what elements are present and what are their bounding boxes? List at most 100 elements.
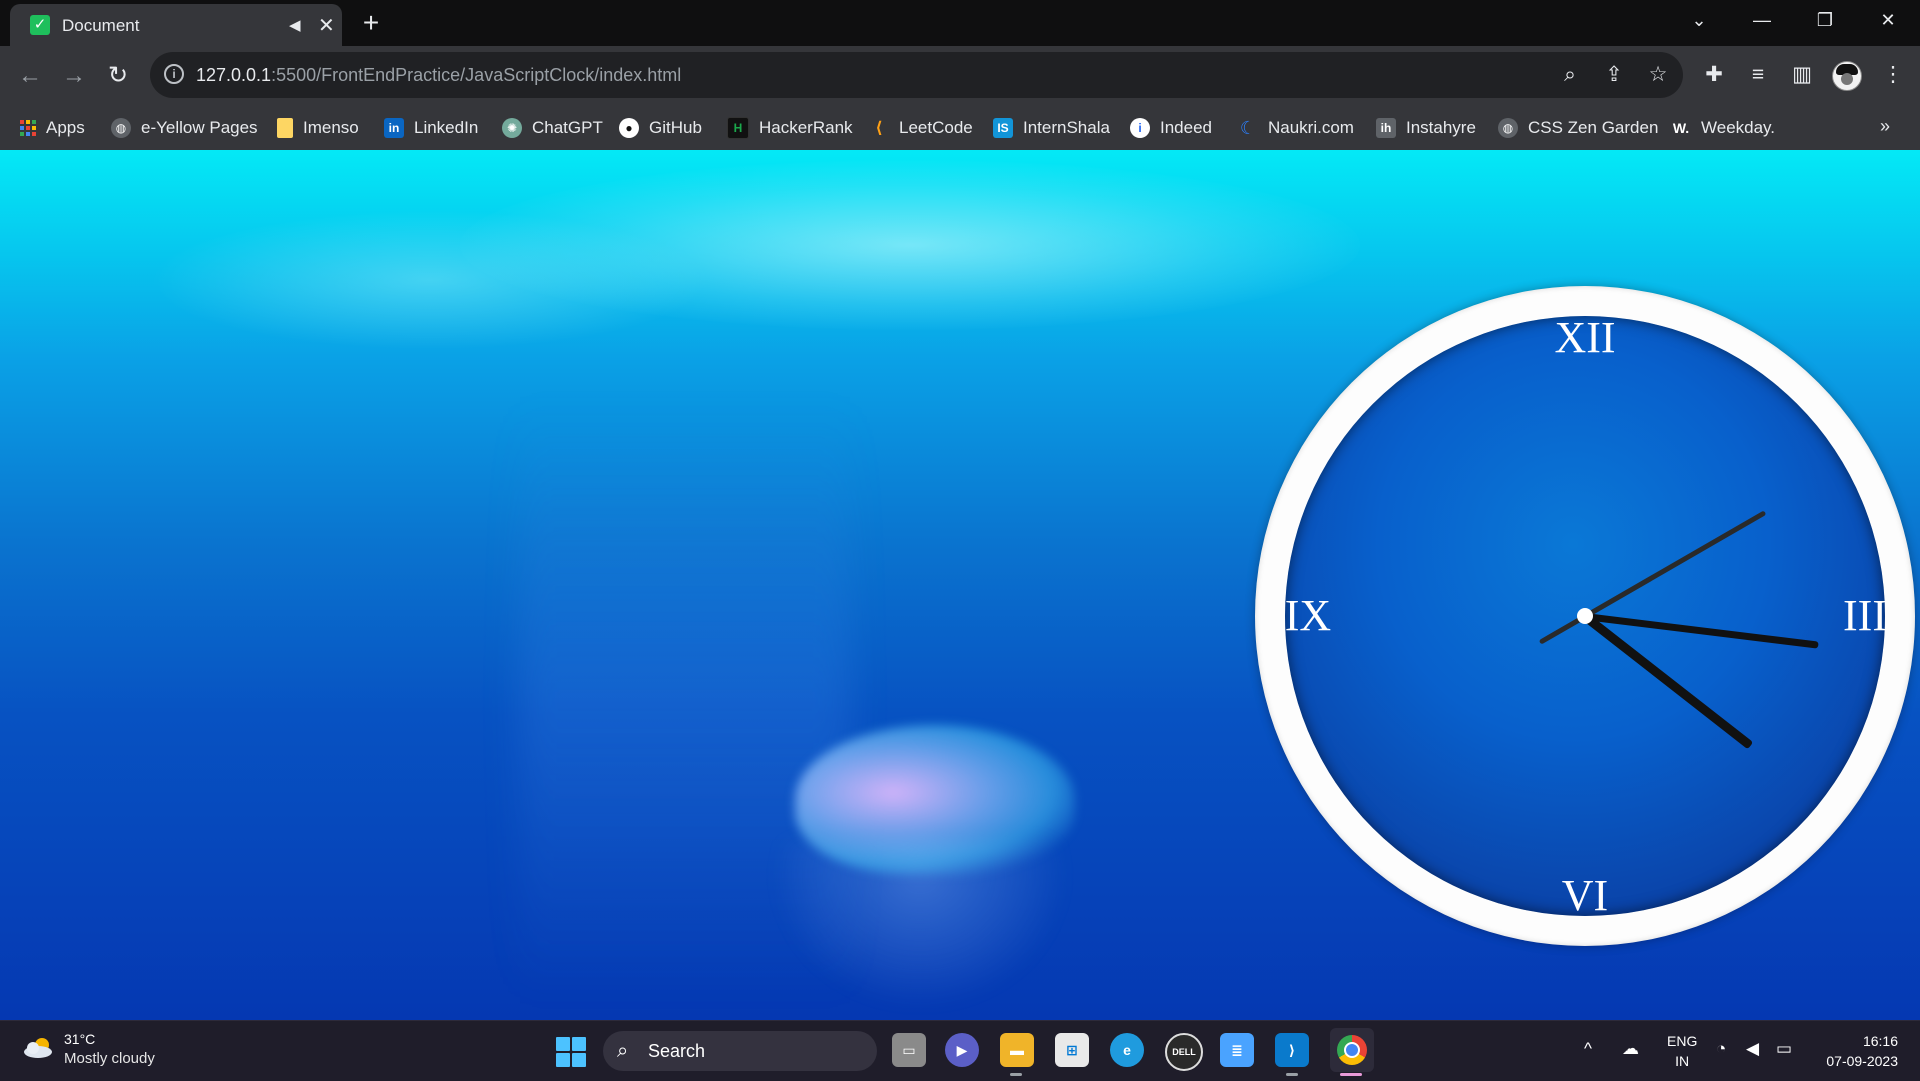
address-bar[interactable]: i 127.0.0.1:5500/FrontEndPractice/JavaSc… — [150, 52, 1683, 98]
taskbar-date: 07-09-2023 — [1826, 1053, 1898, 1069]
windows-taskbar: 31°C Mostly cloudy ⌕ Search ▭ ▶ ▬ ⊞ e DE… — [0, 1020, 1920, 1081]
bookmark-hackerrank[interactable]: H HackerRank — [727, 114, 853, 142]
show-hidden-icons-icon[interactable]: ^ — [1584, 1039, 1592, 1059]
bookmark-label: GitHub — [649, 118, 702, 137]
weather-condition: Mostly cloudy — [64, 1050, 155, 1067]
analog-clock: XII III VI IX — [1255, 286, 1915, 946]
chrome-icon-active[interactable] — [1330, 1028, 1374, 1072]
url-host: 127.0.0.1 — [196, 65, 272, 85]
folder-icon — [277, 118, 293, 138]
bookmark-label: HackerRank — [759, 118, 853, 137]
running-indicator — [1010, 1073, 1022, 1076]
browser-toolbar: ← → ↻ i 127.0.0.1:5500/FrontEndPractice/… — [0, 46, 1920, 106]
clock-center-pin — [1577, 608, 1593, 624]
bookmark-css-zen-garden[interactable]: ◍ CSS Zen Garden — [1498, 114, 1658, 142]
start-button[interactable] — [556, 1037, 586, 1067]
tab-search-icon[interactable]: ⌄ — [1668, 0, 1730, 40]
bookmark-label: LeetCode — [899, 118, 973, 137]
bookmark-label: Weekday. — [1701, 118, 1776, 137]
bookmark-github[interactable]: ● GitHub — [619, 114, 702, 142]
language-indicator[interactable]: ENG IN — [1667, 1031, 1697, 1071]
bookmark-internshala[interactable]: IS InternShala — [993, 114, 1110, 142]
chatgpt-icon: ✺ — [502, 118, 522, 138]
bookmark-label: LinkedIn — [414, 118, 479, 137]
site-info-icon[interactable]: i — [164, 64, 184, 84]
browser-tab[interactable]: ✓ Document ◀ ✕ — [10, 4, 342, 46]
surface-light — [150, 210, 710, 350]
taskbar-clock[interactable]: 16:16 07-09-2023 — [1818, 1031, 1898, 1071]
bookmark-chatgpt[interactable]: ✺ ChatGPT — [502, 114, 603, 142]
lang-region: IN — [1675, 1053, 1690, 1069]
indeed-icon: i — [1130, 118, 1150, 138]
restore-button[interactable]: ❐ — [1794, 0, 1856, 40]
numeral-nine: IX — [1284, 591, 1332, 640]
share-icon[interactable]: ⇪ — [1599, 60, 1629, 90]
numeral-twelve: XII — [1554, 313, 1616, 362]
checkmark-icon: ✓ — [30, 15, 50, 35]
microsoft-store-icon[interactable]: ⊞ — [1055, 1033, 1089, 1067]
bookmark-label: CSS Zen Garden — [1528, 118, 1659, 137]
bookmark-linkedin[interactable]: in LinkedIn — [384, 114, 478, 142]
teams-chat-icon[interactable]: ▶ — [945, 1033, 979, 1067]
vscode-icon[interactable]: ⟩ — [1275, 1033, 1309, 1067]
bookmark-instahyre[interactable]: ih Instahyre — [1376, 114, 1476, 142]
onedrive-cloud-icon[interactable]: ☁ — [1622, 1039, 1639, 1059]
bookmark-weekday[interactable]: W. Weekday. — [1671, 114, 1775, 142]
side-panel-icon[interactable]: ▥ — [1787, 60, 1817, 90]
edge-browser-icon[interactable]: e — [1110, 1033, 1144, 1067]
apps-grid-icon — [20, 120, 36, 136]
bookmark-label: Indeed — [1160, 118, 1212, 137]
search-icon: ⌕ — [617, 1040, 629, 1062]
bookmark-naukri[interactable]: ☾ Naukri.com — [1238, 114, 1354, 142]
wifi-icon[interactable]: ◔ — [1716, 1039, 1726, 1059]
naukri-icon: ☾ — [1239, 117, 1257, 138]
task-view-icon[interactable]: ▭ — [892, 1033, 926, 1067]
dell-icon[interactable]: DELL — [1165, 1033, 1203, 1071]
tab-title: Document — [62, 16, 140, 35]
running-indicator — [1286, 1073, 1298, 1076]
url-path: :5500/FrontEndPractice/JavaScriptClock/i… — [271, 65, 682, 85]
speaker-icon[interactable]: ◀ — [289, 16, 301, 34]
linkedin-icon: in — [384, 118, 404, 138]
media-queue-icon[interactable]: ≡ — [1743, 60, 1773, 90]
bookmark-e-yellow-pages[interactable]: ◍ e-Yellow Pages — [111, 114, 258, 142]
menu-kebab-icon[interactable]: ⋮ — [1878, 60, 1908, 90]
minimize-button[interactable]: — — [1731, 0, 1793, 40]
instahyre-icon: ih — [1376, 118, 1396, 138]
windows-logo-tile — [572, 1053, 586, 1067]
profile-avatar[interactable] — [1832, 61, 1862, 91]
taskbar-time: 16:16 — [1862, 1033, 1898, 1049]
numeral-three: III — [1843, 591, 1887, 640]
taskbar-search[interactable]: ⌕ Search — [603, 1031, 877, 1071]
window-close-button[interactable]: ✕ — [1857, 0, 1919, 40]
bookmark-label: Apps — [46, 118, 85, 137]
bookmark-label: Instahyre — [1406, 118, 1476, 137]
zoom-icon[interactable]: ⌕ — [1555, 60, 1585, 90]
bookmark-label: Imenso — [303, 118, 359, 137]
close-tab-icon[interactable]: ✕ — [318, 13, 335, 38]
globe-icon: ◍ — [1498, 118, 1518, 138]
volume-icon[interactable]: ◀ — [1746, 1039, 1759, 1059]
search-label: Search — [648, 1041, 706, 1061]
bookmark-imenso[interactable]: Imenso — [277, 114, 359, 142]
file-explorer-icon[interactable]: ▬ — [1000, 1033, 1034, 1067]
new-tab-button[interactable]: + — [354, 6, 388, 40]
notepad-icon[interactable]: ≣ — [1220, 1033, 1254, 1067]
browser-titlebar: ✓ Document ◀ ✕ + ⌄ — ❐ ✕ — [0, 0, 1920, 46]
battery-icon[interactable]: ▭ — [1776, 1039, 1792, 1059]
weather-temp: 31°C — [64, 1031, 96, 1047]
url-text[interactable]: 127.0.0.1:5500/FrontEndPractice/JavaScri… — [196, 65, 681, 86]
windows-logo-tile — [556, 1037, 570, 1051]
extensions-icon[interactable]: ✚ — [1699, 60, 1729, 90]
forward-button[interactable]: → — [58, 60, 90, 92]
bookmarks-bar: Apps ◍ e-Yellow Pages Imenso in LinkedIn… — [0, 106, 1920, 151]
back-button[interactable]: ← — [14, 60, 46, 92]
bookmark-apps[interactable]: Apps — [20, 114, 85, 142]
reload-button[interactable]: ↻ — [102, 60, 134, 92]
github-icon: ● — [619, 118, 639, 138]
bookmarks-overflow-icon[interactable]: » — [1880, 116, 1890, 137]
bookmark-leetcode[interactable]: ⟨ LeetCode — [869, 114, 973, 142]
bookmark-star-icon[interactable]: ☆ — [1643, 60, 1673, 90]
bookmark-indeed[interactable]: i Indeed — [1130, 114, 1212, 142]
bookmark-label: e-Yellow Pages — [141, 118, 258, 137]
